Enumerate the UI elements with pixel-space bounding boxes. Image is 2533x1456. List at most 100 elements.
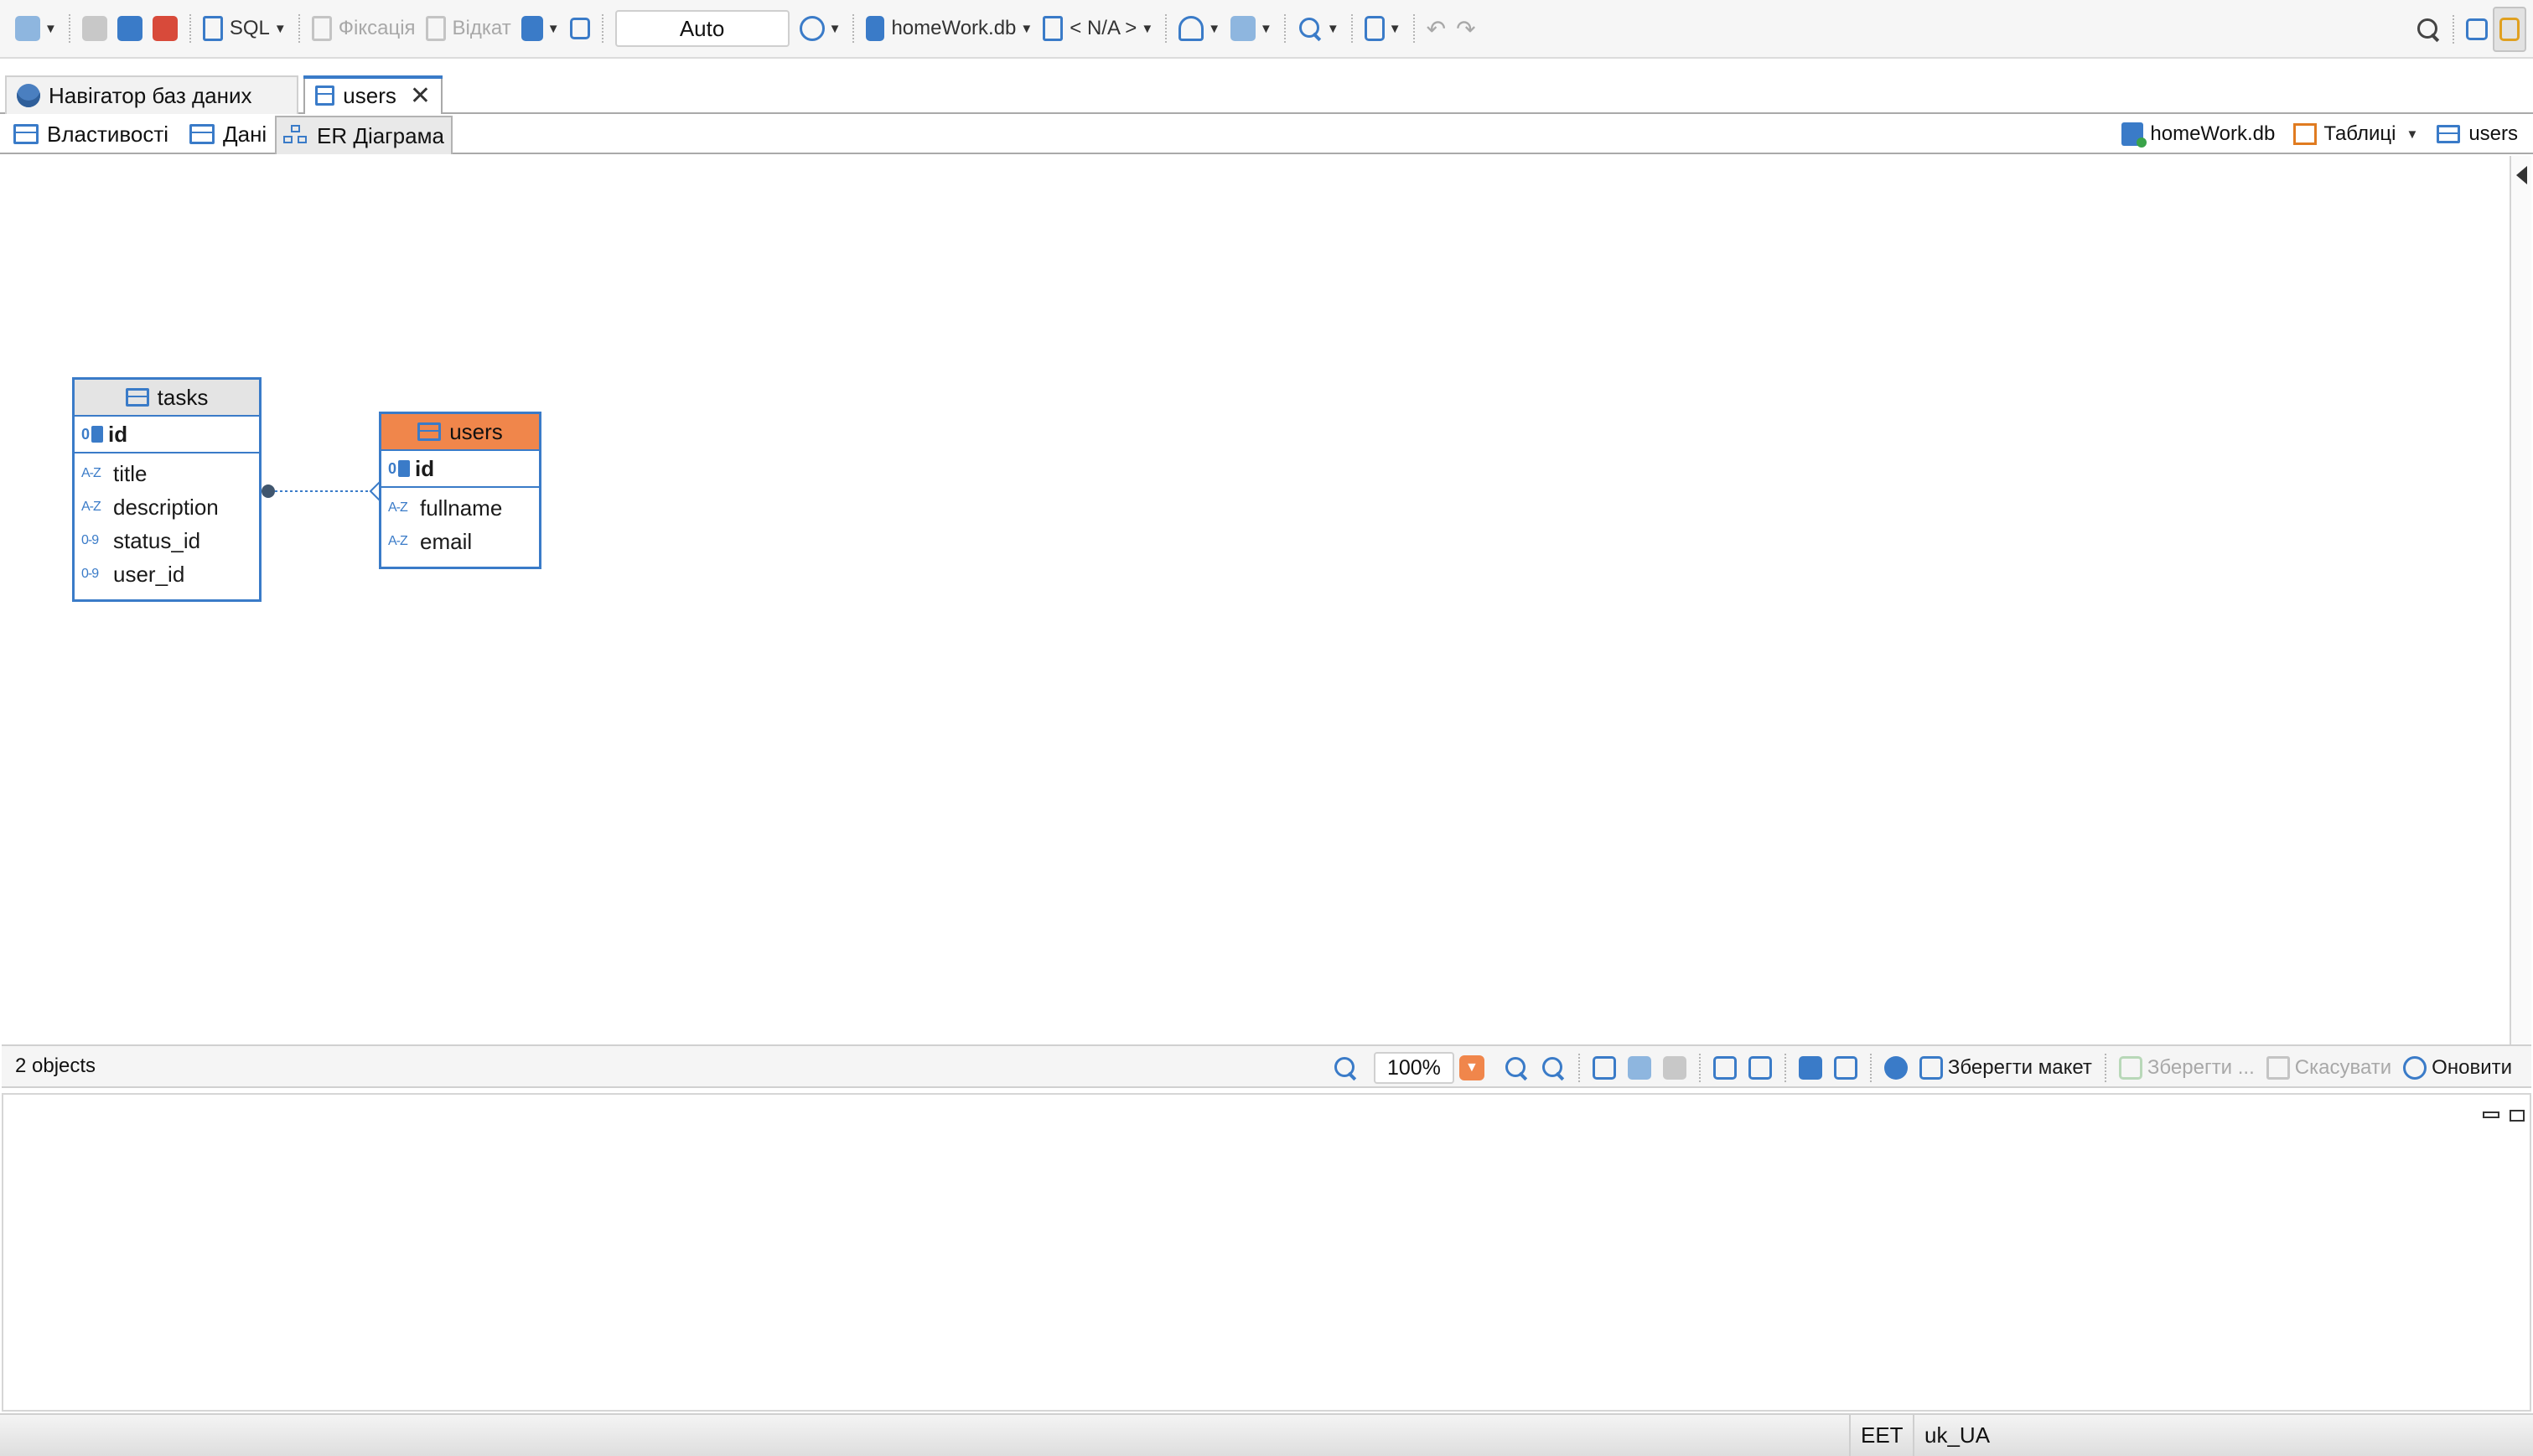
zoom-dropdown-button[interactable]: ▼ (1458, 1055, 1484, 1080)
type-code: A-Z (388, 500, 408, 515)
toolbar-separator (601, 14, 603, 43)
pk-type-code: 0 (388, 459, 397, 477)
lock-button[interactable] (565, 6, 595, 51)
refresh-label: Оновити (2432, 1056, 2512, 1079)
toolbar-separator (1784, 1054, 1786, 1082)
attribute-visibility-button[interactable] (1748, 1056, 1772, 1080)
toolbar-separator (1350, 14, 1353, 43)
connection-router-button[interactable] (1662, 1056, 1686, 1080)
save-icon (2118, 1056, 2142, 1080)
tab-data[interactable]: Дані (183, 116, 273, 153)
save-layout-label: Зберегти макет (1947, 1056, 2092, 1079)
relationship-start-dot (262, 484, 275, 498)
attribute-row[interactable]: A-Z email (381, 525, 539, 558)
plug-icon (81, 16, 107, 41)
bottom-panel (2, 1093, 2531, 1412)
relationship-line[interactable] (262, 474, 396, 508)
rollback-button[interactable]: Відкат (421, 6, 516, 51)
attribute-row[interactable]: 0-9 status_id (75, 524, 259, 557)
attribute-list: A-Z title A-Z description 0-9 status_id 0-9… (75, 453, 259, 594)
layout-icon (1592, 1056, 1616, 1080)
reconnect-button[interactable] (112, 6, 148, 51)
close-icon[interactable]: ✕ (410, 81, 431, 111)
attribute-row[interactable]: A-Z title (75, 457, 259, 490)
datasource-selector[interactable]: homeWork.db ▼ (861, 6, 1038, 51)
tab-er-diagram[interactable]: ER Діаграма (275, 116, 453, 154)
maximize-icon[interactable] (2510, 1110, 2525, 1122)
breadcrumb-tables[interactable]: Таблиці ▼ (2293, 122, 2418, 146)
rollback-label: Відкат (452, 17, 511, 39)
chevron-down-icon: ▼ (1208, 21, 1221, 36)
back-button[interactable]: ↶ (1422, 6, 1451, 51)
zoom-search-button[interactable] (1333, 1055, 1358, 1080)
toolbar-separator (298, 14, 300, 43)
arrow-forward-icon: ↷ (1456, 15, 1476, 42)
printer-icon (1798, 1056, 1822, 1080)
sql-editor-button[interactable]: SQL ▼ (198, 6, 292, 51)
notes-button[interactable] (1712, 1056, 1737, 1080)
chevron-down-icon: ▼ (828, 21, 842, 36)
canvas-side-panel-toggle[interactable] (2510, 156, 2531, 1044)
tab-label: Властивості (47, 121, 169, 147)
print-button[interactable] (1798, 1056, 1822, 1080)
find-button[interactable]: ▼ (1292, 6, 1344, 51)
perspective-icon (2466, 18, 2488, 40)
open-perspective-button[interactable] (2461, 7, 2493, 52)
zoom-out-icon (1541, 1055, 1566, 1080)
dashboard-button[interactable]: ▼ (1173, 6, 1225, 51)
attribute-row[interactable]: 0-9 user_id (75, 557, 259, 591)
refresh-icon (2403, 1056, 2427, 1080)
refresh-button[interactable]: Оновити (2403, 1056, 2512, 1080)
breadcrumb-label: homeWork.db (2150, 122, 2276, 145)
forward-button[interactable]: ↷ (1451, 6, 1480, 51)
primary-key-row[interactable]: 0 id (75, 417, 259, 453)
zoom-in-button[interactable] (1504, 1055, 1529, 1080)
zoom-level-field[interactable]: 100% (1373, 1052, 1454, 1084)
tab-properties[interactable]: Властивості (7, 116, 175, 153)
database-perspective-button[interactable] (2493, 7, 2526, 52)
commit-button[interactable]: Фіксація (307, 6, 421, 51)
breadcrumb-label: users (2468, 122, 2518, 145)
save-button[interactable]: Зберегти ... (2118, 1056, 2255, 1080)
breadcrumb-table[interactable]: users (2437, 122, 2518, 146)
explain-plan-button[interactable]: ▼ (1225, 6, 1277, 51)
history-button[interactable]: ▼ (795, 6, 847, 51)
toolbar-separator (2453, 15, 2454, 44)
er-diagram-canvas[interactable]: tasks 0 id A-Z title A-Z description 0-9 st… (2, 156, 2510, 1044)
zoom-out-button[interactable] (1541, 1055, 1566, 1080)
search-icon (1333, 1055, 1358, 1080)
export-image-button[interactable] (1833, 1056, 1857, 1080)
tab-users[interactable]: users ✕ (303, 75, 443, 116)
chevron-down-icon: ▼ (1260, 21, 1272, 36)
connect-button[interactable] (77, 6, 112, 51)
entity-users[interactable]: users 0 id A-Z fullname A-Z email (379, 412, 541, 569)
transaction-mode-button[interactable]: ▼ (516, 6, 565, 51)
note-icon (1712, 1056, 1737, 1080)
toolbar-separator (1165, 14, 1168, 43)
tools-button[interactable]: ▼ (1360, 6, 1406, 51)
transaction-mode-field[interactable]: Auto (614, 10, 790, 47)
save-layout-button[interactable]: Зберегти макет (1919, 1056, 2092, 1080)
breadcrumb-database[interactable]: homeWork.db (2121, 122, 2276, 148)
disconnect-button[interactable] (148, 6, 183, 51)
minimize-icon[interactable] (2483, 1111, 2499, 1118)
chevron-down-icon: ▼ (1326, 21, 1339, 36)
new-connection-button[interactable]: ▼ (10, 6, 62, 51)
primary-key-row[interactable]: 0 id (381, 451, 539, 488)
tab-database-navigator[interactable]: Навігатор баз даних (5, 75, 298, 114)
global-search-button[interactable] (2411, 7, 2446, 52)
schema-selector[interactable]: < N/A > ▼ (1038, 6, 1158, 51)
table-icon (315, 85, 335, 106)
entity-tasks[interactable]: tasks 0 id A-Z title A-Z description 0-9 st… (72, 377, 262, 602)
attribute-row[interactable]: A-Z fullname (381, 491, 539, 525)
zoom-in-icon (1504, 1055, 1529, 1080)
arrange-layout-button[interactable] (1592, 1056, 1616, 1080)
tab-label: Дані (223, 121, 267, 147)
cancel-button[interactable]: Скасувати (2266, 1056, 2391, 1080)
attribute-row[interactable]: A-Z description (75, 490, 259, 524)
diagram-settings-button[interactable] (1883, 1056, 1908, 1080)
table-icon (417, 422, 442, 441)
toggle-grid-button[interactable] (1627, 1056, 1651, 1080)
type-code: A-Z (388, 534, 408, 548)
attribute-name: description (113, 494, 219, 520)
